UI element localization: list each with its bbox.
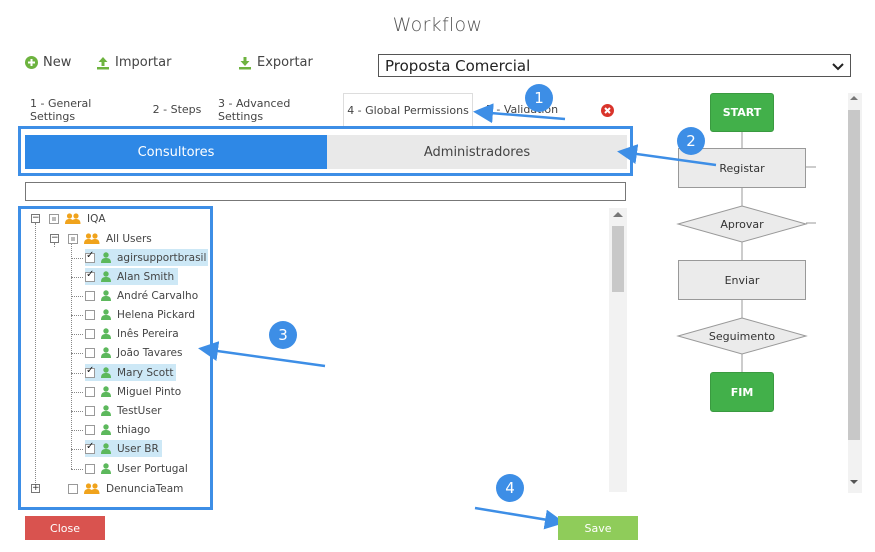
annotation-badge: 4 [496, 474, 524, 502]
save-button-label: Save [584, 521, 612, 535]
annotation-arrows [198, 103, 717, 530]
close-button-label: Close [50, 521, 80, 535]
annotation-badge: 1 [525, 84, 553, 112]
annotation-badge: 2 [677, 127, 705, 155]
save-button[interactable]: Save [558, 516, 638, 540]
close-button[interactable]: Close [25, 516, 105, 540]
annotation-badge: 3 [269, 321, 297, 349]
